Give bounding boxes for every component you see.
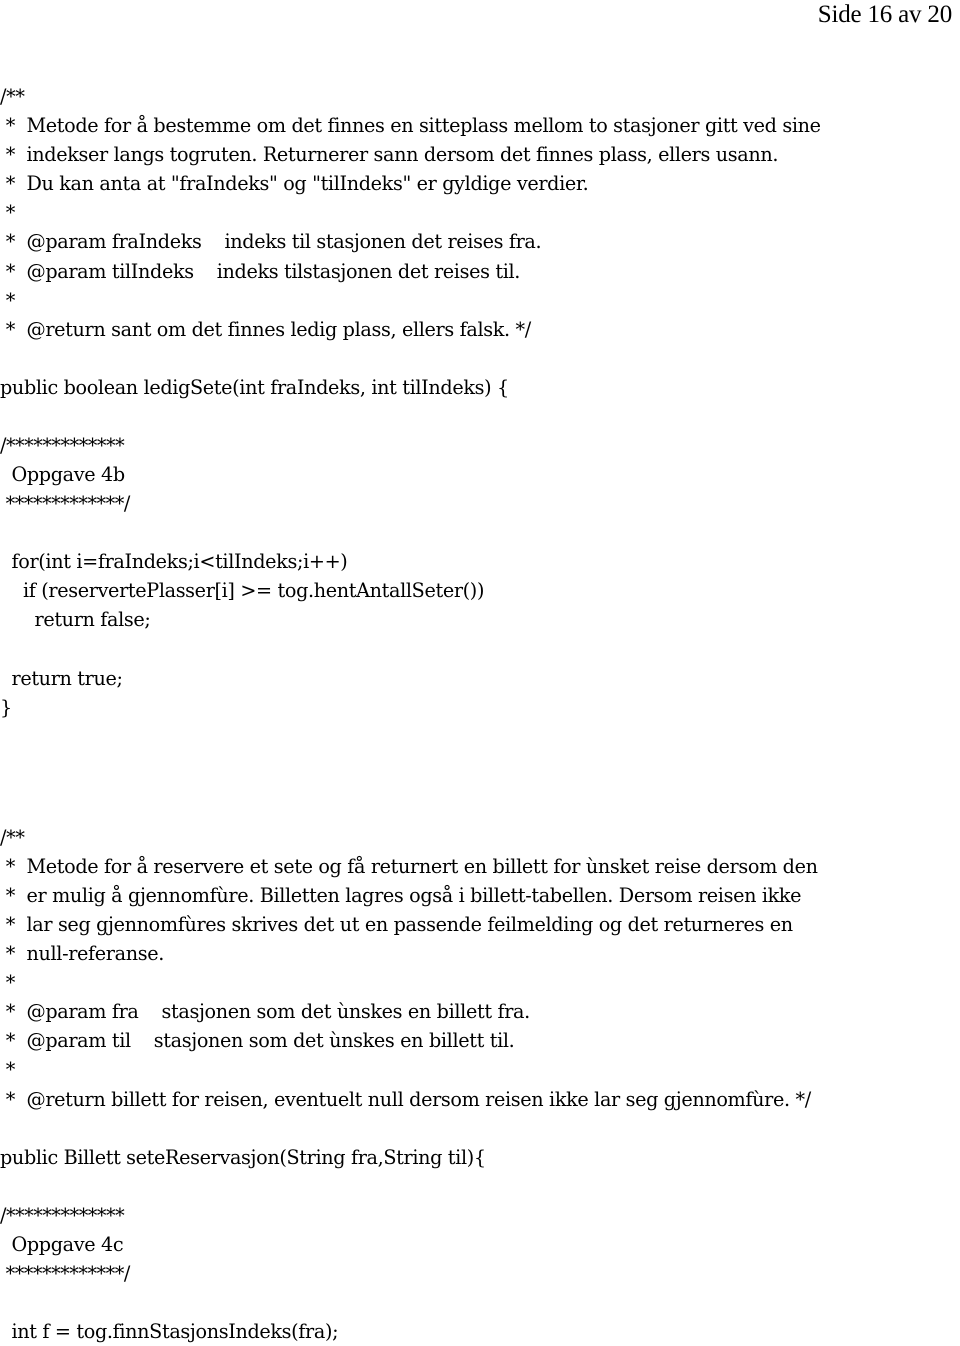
code-line: * — [0, 971, 16, 995]
banner-label-4b: Oppgave 4b — [0, 463, 125, 487]
code-line: if (reservertePlasser[i] >= tog.hentAnta… — [0, 579, 485, 603]
banner-top-4b: /************* — [0, 433, 125, 457]
code-line: * — [0, 201, 16, 225]
code-line: * @param fra stasjonen som det ùnskes en… — [0, 1000, 530, 1024]
code-line: return false; — [0, 608, 151, 632]
banner-label-4c: Oppgave 4c — [0, 1232, 124, 1256]
code-line: * indekser langs togruten. Returnerer sa… — [0, 143, 779, 167]
code-line: /** — [0, 85, 25, 108]
method-signature-ledigsete: public boolean ledigSete(int fraIndeks, … — [0, 375, 509, 399]
code-line: * @return sant om det finnes ledig plass… — [0, 317, 531, 341]
code-line: * @param fraIndeks indeks til stasjonen … — [0, 230, 542, 254]
code-line: * @param til stasjonen som det ùnskes en… — [0, 1029, 515, 1053]
source-listing: /** * Metode for å bestemme om det finne… — [0, 82, 960, 1346]
page-number-header: Side 16 av 20 — [817, 1, 952, 28]
code-line: * lar seg gjennomfùres skrives det ut en… — [0, 912, 793, 936]
code-line: * @param tilIndeks indeks tilstasjonen d… — [0, 259, 521, 283]
closing-brace-ledigsete: } — [0, 695, 12, 719]
code-line: /** — [0, 825, 25, 849]
code-line: * — [0, 1058, 16, 1082]
banner-bottom-4b: *************/ — [0, 492, 131, 516]
code-line: for(int i=fraIndeks;i<tilIndeks;i++) — [0, 550, 348, 574]
code-line: int f = tog.finnStasjonsIndeks(fra); — [0, 1320, 339, 1343]
code-line: * @return billett for reisen, eventuelt … — [0, 1087, 811, 1111]
code-line: * null-referanse. — [0, 942, 165, 966]
banner-top-4c: /************* — [0, 1203, 125, 1227]
code-line: * er mulig å gjennomfùre. Billetten lagr… — [0, 883, 802, 907]
banner-bottom-4c: *************/ — [0, 1261, 131, 1285]
code-line: * Du kan anta at "fraIndeks" og "tilInde… — [0, 172, 589, 196]
code-line: * Metode for å reservere et sete og få r… — [0, 854, 818, 878]
method-signature-setereservasjon: public Billett seteReservasjon(String fr… — [0, 1145, 486, 1169]
code-line: return true; — [0, 666, 123, 690]
code-line: * — [0, 288, 16, 312]
code-line: * Metode for å bestemme om det finnes en… — [0, 114, 821, 138]
